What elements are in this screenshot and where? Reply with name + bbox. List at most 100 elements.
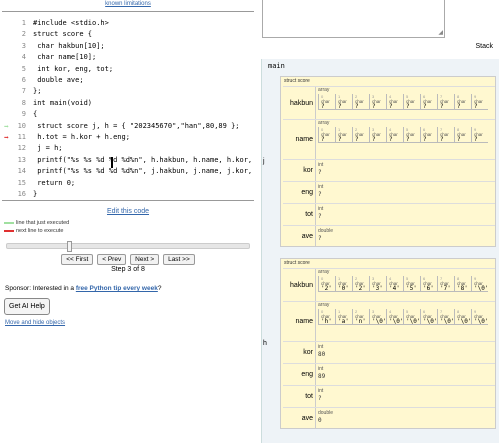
prim-value: ? bbox=[318, 191, 322, 198]
prim-type-label: int bbox=[318, 344, 324, 350]
field-name: eng bbox=[301, 189, 313, 196]
char-array: 0 char '2' 1 char '0' 2 char '2' 3 char '3' 4 char '4'… bbox=[318, 276, 488, 292]
code-line[interactable]: 4 char name[10]; bbox=[2, 52, 254, 63]
array-cell: 7 char '7' bbox=[437, 276, 454, 292]
line-number: 11 bbox=[17, 133, 26, 141]
line-number: 8 bbox=[21, 98, 26, 107]
step-slider[interactable] bbox=[6, 241, 250, 252]
cell-value: ? bbox=[423, 136, 427, 143]
stdout-box[interactable]: ◢ bbox=[262, 0, 445, 38]
prim-value: 80 bbox=[318, 351, 326, 358]
code-line[interactable]: 8 int main(void) bbox=[2, 98, 254, 109]
struct-box[interactable]: struct score hakbun array 0 char '2' 1 char '0' 2… bbox=[280, 258, 496, 429]
prev-line-arrow-icon: ➡ bbox=[4, 121, 9, 131]
cell-value: ? bbox=[321, 136, 325, 143]
code-text: int kor, eng, tot; bbox=[33, 64, 114, 73]
cell-value: ? bbox=[389, 103, 393, 110]
cell-value: '\0' bbox=[440, 318, 455, 325]
next-button[interactable]: Next > bbox=[130, 254, 160, 265]
ai-help-button[interactable]: Get AI Help bbox=[4, 298, 50, 315]
struct-field-row: eng int? bbox=[283, 181, 495, 203]
field-value: int 89 bbox=[315, 364, 325, 385]
slider-handle[interactable] bbox=[66, 241, 72, 252]
var-name: h bbox=[263, 339, 267, 347]
stack-label: Stack bbox=[475, 43, 493, 50]
python-tip-link[interactable]: free Python tip every week bbox=[76, 285, 158, 292]
code-line[interactable]: 12 j = h; bbox=[2, 143, 254, 154]
line-number: 12 bbox=[17, 144, 26, 153]
array-cell: 6 char? bbox=[420, 94, 437, 110]
code-line[interactable]: 5 int kor, eng, tot; bbox=[2, 64, 254, 75]
cell-value: ? bbox=[406, 103, 410, 110]
struct-field-row: ave double? bbox=[283, 225, 495, 247]
array-cell: 5 char? bbox=[403, 127, 420, 143]
code-line[interactable]: 13 printf("%s %s %d %d %d%n", h.hakbun, … bbox=[2, 155, 254, 166]
code-line[interactable]: 2 struct score { bbox=[2, 29, 254, 40]
cell-value: '7' bbox=[440, 285, 451, 292]
field-value: double 0 bbox=[315, 408, 333, 429]
text-cursor-icon bbox=[111, 157, 113, 168]
frame-name: main bbox=[268, 62, 285, 70]
sponsor-prefix: Sponsor: Interested in a bbox=[5, 285, 76, 292]
resize-handle-icon[interactable]: ◢ bbox=[438, 29, 443, 36]
struct-field-row: hakbun array 0 char? 1 char? 2 char? 3 char? 4 char… bbox=[283, 86, 495, 119]
field-name: eng bbox=[301, 371, 313, 378]
array-cell: 3 char '\0' bbox=[369, 309, 386, 325]
next-line-arrow-icon bbox=[4, 229, 14, 232]
array-cell: 9 char '\0' bbox=[471, 309, 488, 325]
prim-value: ? bbox=[318, 395, 322, 402]
line-number: 16 bbox=[17, 190, 26, 198]
line-number: 15 bbox=[17, 178, 26, 187]
sponsor-suffix: ? bbox=[157, 285, 162, 292]
code-line[interactable]: 15 return 0; bbox=[2, 178, 254, 189]
prim-type-label: int bbox=[318, 184, 324, 190]
prev-button[interactable]: < Prev bbox=[97, 254, 127, 265]
prim-type-label: double bbox=[318, 410, 334, 416]
cell-value: ? bbox=[457, 136, 461, 143]
prev-line-arrow-icon bbox=[4, 221, 14, 224]
step-counter: Step 3 of 8 bbox=[111, 266, 145, 273]
line-number: 10 bbox=[17, 121, 26, 130]
sponsor-text: Sponsor: Interested in a free Python tip… bbox=[5, 285, 161, 292]
code-line[interactable]: 7}; bbox=[2, 86, 254, 97]
code-listing: 1 #include <stdio.h> 2 struct score {3 char… bbox=[2, 11, 254, 201]
struct-box[interactable]: struct score hakbun array 0 char? 1 char? 2 char… bbox=[280, 76, 496, 247]
known-limitations-link[interactable]: known limitations bbox=[0, 1, 256, 7]
cell-value: '\0' bbox=[372, 318, 387, 325]
array-cell: 7 char '\0' bbox=[437, 309, 454, 325]
code-text: #include <stdio.h> bbox=[33, 19, 109, 27]
prim-value: ? bbox=[318, 213, 322, 220]
field-name: tot bbox=[305, 211, 313, 218]
code-line[interactable]: 14 printf("%s %s %d %d %d%n", j.hakbun, … bbox=[2, 166, 254, 177]
code-line[interactable]: ➡ 11 h.tot = h.kor + h.eng; bbox=[2, 132, 254, 143]
cell-value: '\0' bbox=[423, 318, 438, 325]
cell-value: ? bbox=[389, 136, 393, 143]
last-button[interactable]: Last >> bbox=[163, 254, 195, 265]
field-value: array 0 char'h' 1 char'a' 2 char'n' 3 char '\0' 4 c… bbox=[315, 302, 488, 341]
array-cell: 0 char'h' bbox=[318, 309, 335, 325]
array-cell: 2 char? bbox=[352, 127, 369, 143]
legend-next: next line to execute bbox=[4, 228, 63, 234]
array-cell: 4 char? bbox=[386, 94, 403, 110]
code-line[interactable]: ➡ 10 struct score j, h = { "202345670","h… bbox=[2, 121, 254, 132]
array-cell: 6 char? bbox=[420, 127, 437, 143]
code-text: char hakbun[10]; bbox=[33, 41, 105, 50]
code-text: }; bbox=[33, 87, 42, 96]
code-line[interactable]: 3 char hakbun[10]; bbox=[2, 41, 254, 52]
code-line[interactable]: 9{ bbox=[2, 109, 254, 120]
array-cell: 2 char '2' bbox=[352, 276, 369, 292]
cell-value: '0' bbox=[338, 285, 349, 292]
code-line[interactable]: 6 double ave; bbox=[2, 75, 254, 86]
nav-buttons: << First < Prev Next > Last >> bbox=[0, 254, 256, 265]
struct-field-row: hakbun array 0 char '2' 1 char '0' 2 char '2' 3 char… bbox=[283, 268, 495, 301]
code-text: int main(void) bbox=[33, 98, 93, 107]
prim-type-label: int bbox=[318, 206, 324, 212]
first-button[interactable]: << First bbox=[61, 254, 94, 265]
code-line[interactable]: 1 #include <stdio.h> bbox=[2, 18, 254, 29]
code-line[interactable]: 16} bbox=[2, 189, 254, 200]
prim-value: 89 bbox=[318, 373, 326, 380]
move-hide-objects-link[interactable]: Move and hide objects bbox=[5, 320, 65, 326]
edit-code-link[interactable]: Edit this code bbox=[0, 208, 256, 215]
struct-field-row: eng int 89 bbox=[283, 363, 495, 385]
array-cell: 1 char '0' bbox=[335, 276, 352, 292]
